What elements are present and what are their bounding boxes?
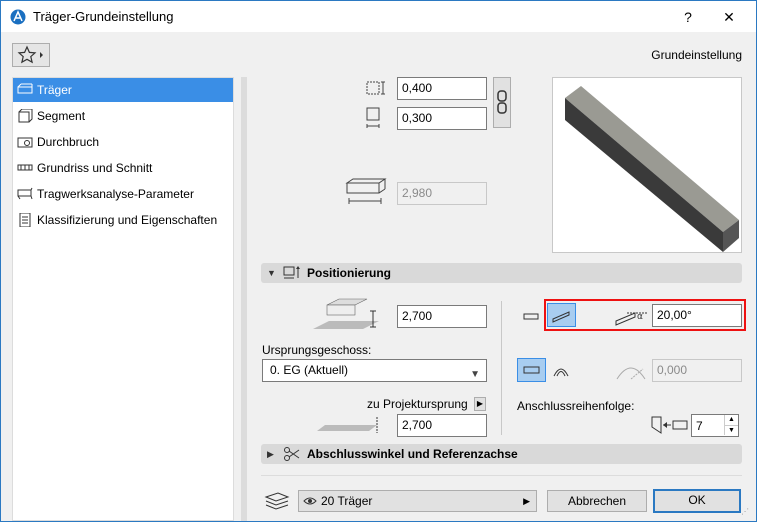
home-story-label: Ursprungsgeschoss: <box>262 343 372 357</box>
help-button[interactable]: ? <box>673 5 703 29</box>
end-cuts-panel-header[interactable]: ▶ Abschlusswinkel und Referenzachse <box>261 444 742 464</box>
end-cuts-label: Abschlusswinkel und Referenzachse <box>307 447 518 461</box>
beam-length-icon <box>345 178 387 204</box>
spin-down-icon[interactable]: ▼ <box>724 425 738 435</box>
horizontal-beam-icon <box>523 313 539 320</box>
connection-order-label: Anschlussreihenfolge: <box>517 399 635 413</box>
close-button[interactable]: ✕ <box>709 5 749 29</box>
beam-icon <box>17 83 33 94</box>
home-story-select[interactable]: 0. EG (Aktuell) ▼ <box>262 359 487 382</box>
horizontal-beam-toggle[interactable] <box>517 304 546 328</box>
structural-analysis-icon <box>17 187 33 200</box>
tree-item-label: Klassifizierung und Eigenschaften <box>37 213 218 227</box>
home-story-value: 0. EG (Aktuell) <box>270 363 349 377</box>
project-zero-elevation-field[interactable]: 2,700 <box>397 414 487 437</box>
floorplan-section-icon <box>17 164 33 171</box>
scissors-icon <box>284 447 300 461</box>
tree-item-label: Träger <box>37 83 72 97</box>
beam-width-field[interactable]: 0,400 <box>397 77 487 100</box>
eye-icon <box>303 497 317 505</box>
reference-elevation-field[interactable]: 2,700 <box>397 305 487 328</box>
beam-width-icon <box>366 81 385 95</box>
layer-value: 20 Träger <box>321 494 373 508</box>
collapsed-arrow-icon: ▶ <box>267 449 274 459</box>
positioning-label: Positionierung <box>307 266 391 280</box>
dialog-window: Träger-Grundeinstellung ? ✕ Grundeinstel… <box>0 0 757 522</box>
highlight-box <box>544 299 746 331</box>
curved-beam-toggle[interactable] <box>547 358 576 382</box>
window-title: Träger-Grundeinstellung <box>33 9 174 24</box>
section-title: Grundeinstellung <box>651 48 742 62</box>
positioning-panel-header[interactable]: ▼ Positionierung <box>261 263 742 283</box>
straight-beam-toggle[interactable] <box>517 358 546 382</box>
chevron-right-icon: ▶ <box>523 496 530 506</box>
expand-arrow-icon: ▼ <box>267 268 276 278</box>
connection-order-icon <box>651 416 688 434</box>
cancel-button[interactable]: Abbrechen <box>547 490 647 512</box>
elevation-icon <box>313 298 379 329</box>
tree-item-segment[interactable]: Segment <box>13 104 233 128</box>
chevron-down-icon: ▼ <box>470 369 480 380</box>
archicad-app-icon <box>10 9 26 25</box>
beam-3d-image <box>565 86 739 252</box>
tree-item-classification[interactable]: Klassifizierung und Eigenschaften <box>13 208 233 232</box>
layer-select[interactable]: 20 Träger ▶ <box>298 490 537 512</box>
chain-link-icon <box>497 90 507 114</box>
beam-height-icon <box>366 107 380 128</box>
title-bar: Träger-Grundeinstellung ? ✕ <box>1 1 756 32</box>
tree-item-label: Durchbruch <box>37 135 100 149</box>
tree-item-label: Tragwerksanalyse-Parameter <box>37 187 194 201</box>
ok-button[interactable]: OK <box>653 489 741 513</box>
curve-radius-icon <box>616 367 646 380</box>
favorites-button[interactable] <box>12 43 50 67</box>
beam-length-field: 2,980 <box>397 182 487 205</box>
project-zero-icon <box>317 417 378 433</box>
link-dimensions-button[interactable] <box>493 77 511 128</box>
classification-icon <box>19 213 31 227</box>
tree-item-label: Grundriss und Schnitt <box>37 161 153 175</box>
footer-separator <box>261 475 742 476</box>
tree-item-floorplan-section[interactable]: Grundriss und Schnitt <box>13 156 233 180</box>
resize-grip-icon[interactable]: ⋰ <box>741 507 749 516</box>
layer-icon <box>264 492 290 510</box>
beam-height-field[interactable]: 0,300 <box>397 107 487 130</box>
spin-up-icon[interactable]: ▲ <box>724 415 738 425</box>
tree-item-beam[interactable]: Träger <box>13 78 233 102</box>
project-zero-label: zu Projektursprung <box>367 397 468 411</box>
settings-tree: Träger Segment Durchbruch Grundriss und … <box>12 77 234 521</box>
segment-icon <box>18 109 33 123</box>
star-icon <box>17 45 43 64</box>
straight-beam-icon <box>523 366 540 374</box>
curved-beam-icon <box>553 368 569 377</box>
connection-order-spinner[interactable]: 7 ▲ ▼ <box>691 414 739 437</box>
column-separator <box>501 301 502 435</box>
panel-scrollbar[interactable] <box>241 77 247 521</box>
tree-item-opening[interactable]: Durchbruch <box>13 130 233 154</box>
curve-radius-field: 0,000 <box>652 359 742 382</box>
connection-order-value: 7 <box>696 419 703 433</box>
tree-item-structural-analysis[interactable]: Tragwerksanalyse-Parameter <box>13 182 233 206</box>
positioning-icon <box>283 266 300 279</box>
reference-level-popup-button[interactable]: ▶ <box>474 397 486 411</box>
beam-3d-preview <box>552 77 742 253</box>
opening-icon <box>17 137 33 148</box>
tree-item-label: Segment <box>37 109 86 123</box>
